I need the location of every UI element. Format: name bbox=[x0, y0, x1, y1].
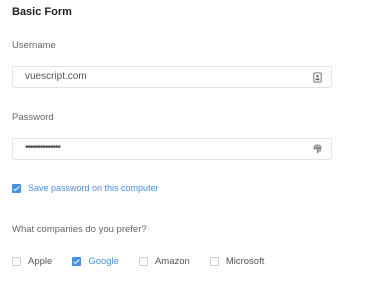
username-value: vuescript.com bbox=[25, 71, 87, 82]
option-amazon[interactable]: Amazon bbox=[138, 256, 190, 267]
fingerprint-icon[interactable] bbox=[312, 144, 323, 155]
checkbox-icon[interactable] bbox=[138, 257, 148, 266]
option-google[interactable]: Google bbox=[72, 256, 119, 267]
form-title: Basic Form bbox=[12, 6, 72, 18]
companies-question: What companies do you prefer? bbox=[12, 224, 147, 235]
option-microsoft[interactable]: Microsoft bbox=[209, 256, 265, 267]
option-apple[interactable]: Apple bbox=[12, 256, 52, 267]
option-label[interactable]: Google bbox=[88, 256, 119, 267]
username-label: Username bbox=[12, 40, 56, 51]
option-label[interactable]: Amazon bbox=[155, 256, 190, 267]
option-label[interactable]: Microsoft bbox=[226, 256, 265, 267]
checkbox-checked-icon[interactable] bbox=[12, 183, 21, 193]
password-label: Password bbox=[12, 112, 54, 123]
option-label[interactable]: Apple bbox=[28, 256, 52, 267]
username-field[interactable]: vuescript.com bbox=[12, 66, 332, 88]
companies-options: Apple Google Amazon Microsoft bbox=[12, 256, 284, 267]
checkbox-icon[interactable] bbox=[209, 257, 219, 266]
checkbox-icon[interactable] bbox=[12, 257, 21, 266]
id-card-icon[interactable] bbox=[312, 72, 323, 83]
password-value: •••••••••••••• bbox=[25, 142, 61, 153]
save-password-checkbox[interactable]: Save password on this computer bbox=[12, 183, 159, 193]
password-field[interactable]: •••••••••••••• bbox=[12, 138, 332, 160]
save-password-label[interactable]: Save password on this computer bbox=[28, 183, 159, 193]
checkbox-checked-icon[interactable] bbox=[72, 257, 82, 266]
